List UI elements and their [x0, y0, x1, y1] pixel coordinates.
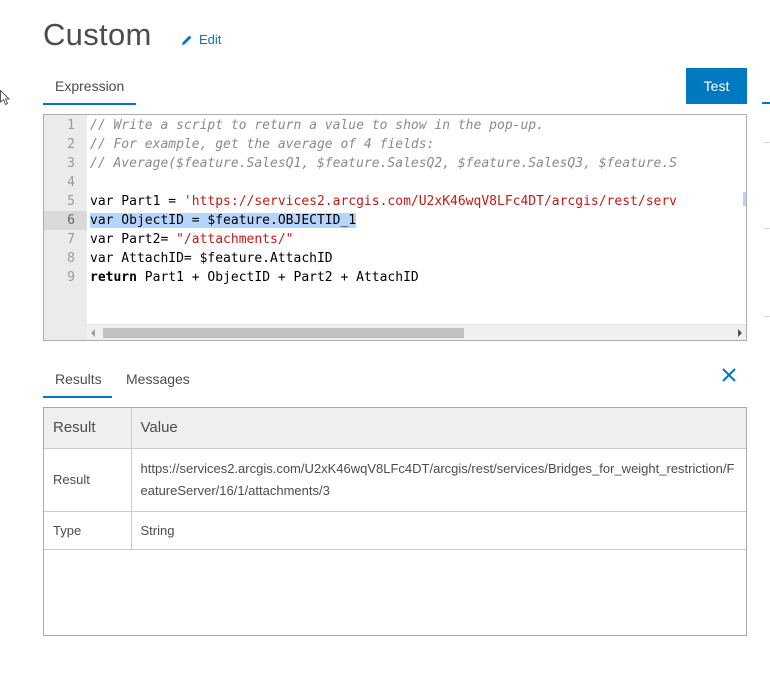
- line-number: 3: [67, 156, 75, 171]
- line-number-active: 6: [44, 211, 87, 230]
- tab-expression[interactable]: Expression: [43, 70, 136, 105]
- code-editor[interactable]: 1 2 3 4 5 6 7 8 9 // Write a script to r…: [43, 114, 747, 341]
- gutter-corner: [44, 324, 87, 340]
- close-icon[interactable]: [720, 366, 738, 384]
- code-string: "/attachments/": [176, 232, 294, 247]
- column-header-result: Result: [44, 408, 131, 449]
- mouse-pointer-icon: [0, 90, 10, 106]
- result-value: https://services2.arcgis.com/U2xK46wqV8L…: [130, 448, 746, 512]
- table-row: Type String: [44, 511, 746, 550]
- code-keyword: return: [90, 270, 137, 285]
- code-string: 'https://services2.arcgis.com/U2xK46wqV8…: [183, 194, 678, 209]
- code-token: var Part2=: [90, 232, 177, 247]
- type-value: String: [130, 511, 746, 550]
- edit-label: Edit: [199, 32, 222, 47]
- code-line-comment: // Average($feature.SalesQ1, $feature.Sa…: [90, 156, 677, 171]
- code-line: var Part1 = 'https://services2.arcgis.co…: [90, 194, 677, 209]
- scroll-right-icon[interactable]: [738, 329, 742, 337]
- panel-edge-divider: [763, 228, 770, 229]
- line-number: 1: [67, 118, 75, 133]
- code-line: var AttachID= $feature.AttachID: [90, 251, 333, 266]
- row-label: Type: [44, 511, 131, 550]
- pencil-icon: [182, 35, 192, 45]
- line-number: 5: [67, 194, 75, 209]
- results-panel: Result Value Result https://services2.ar…: [43, 407, 747, 636]
- code-token: Part1 + ObjectID + Part2 + AttachID: [136, 270, 419, 285]
- line-number: 4: [67, 175, 75, 190]
- code-line: return Part1 + ObjectID + Part2 + Attach…: [90, 270, 419, 285]
- code-line-comment: // Write a script to return a value to s…: [90, 118, 544, 133]
- overflow-indicator: [743, 192, 746, 206]
- code-line-comment: // For example, get the average of 4 fie…: [90, 137, 435, 152]
- test-button[interactable]: Test: [686, 68, 747, 104]
- panel-edge-divider: [763, 316, 770, 317]
- row-label: Result: [44, 448, 131, 512]
- horizontal-scrollbar[interactable]: [87, 324, 746, 340]
- line-number: 7: [67, 232, 75, 247]
- code-line-selected: var ObjectID = $feature.OBJECTID_1: [90, 213, 357, 228]
- line-number: 2: [67, 137, 75, 152]
- results-table: Result Value Result https://services2.ar…: [44, 408, 746, 550]
- scroll-left-icon[interactable]: [91, 329, 95, 337]
- scrollbar-thumb[interactable]: [103, 328, 464, 338]
- text-selection: var ObjectID = $feature.OBJECTID_1: [90, 213, 357, 228]
- code-token: var Part1 =: [90, 194, 184, 209]
- page-title: Custom: [43, 17, 152, 52]
- code-line: var Part2= "/attachments/": [90, 232, 294, 247]
- tab-results[interactable]: Results: [43, 363, 112, 398]
- tab-messages[interactable]: Messages: [126, 363, 190, 398]
- table-row: Result https://services2.arcgis.com/U2xK…: [44, 448, 746, 512]
- line-number: 9: [67, 270, 75, 285]
- column-header-value: Value: [130, 408, 746, 449]
- edit-title-button[interactable]: Edit: [181, 32, 221, 47]
- line-number: 8: [67, 251, 75, 266]
- panel-edge-divider: [763, 142, 770, 143]
- panel-edge-indicator: [762, 102, 770, 104]
